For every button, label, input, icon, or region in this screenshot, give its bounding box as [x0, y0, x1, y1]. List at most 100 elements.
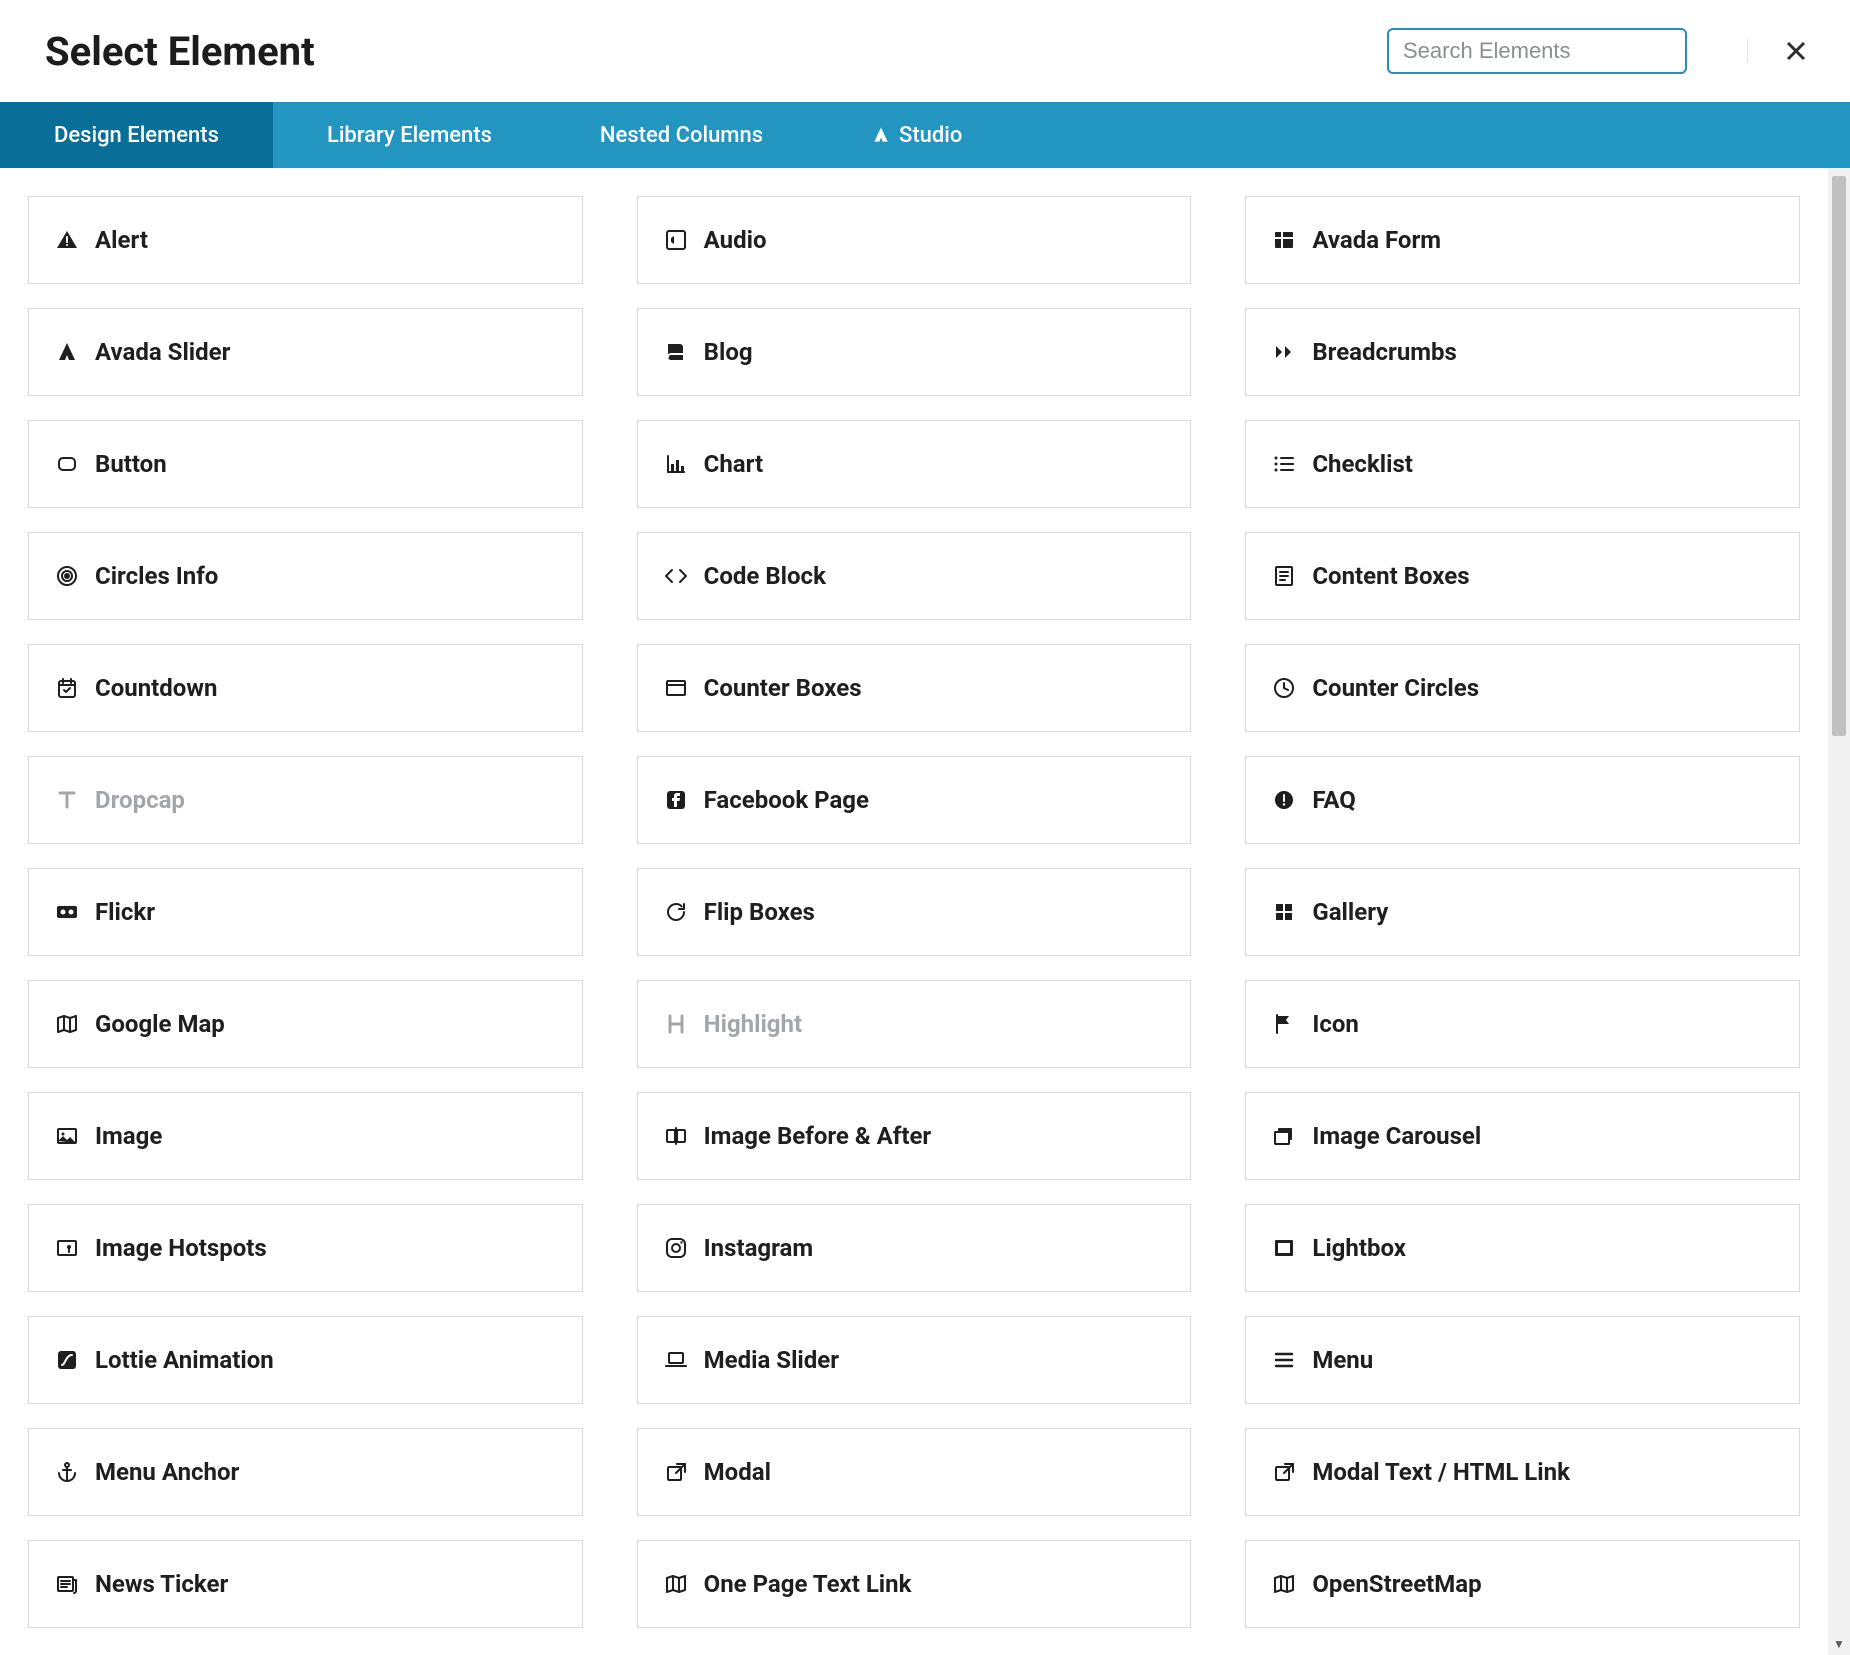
element-label: Breadcrumbs — [1312, 338, 1457, 366]
element-label: Blog — [704, 338, 753, 366]
element-label: Checklist — [1312, 450, 1413, 478]
lottie-icon — [53, 1346, 81, 1374]
form-icon — [1270, 226, 1298, 254]
scrollbar[interactable]: ▲ ▼ — [1828, 168, 1850, 1655]
element-image-before-after[interactable]: Image Before & After — [637, 1092, 1192, 1180]
element-label: Circles Info — [95, 562, 218, 590]
content-box-icon — [1270, 562, 1298, 590]
clock-icon — [1270, 674, 1298, 702]
checklist-icon — [1270, 450, 1298, 478]
element-avada-slider[interactable]: Avada Slider — [28, 308, 583, 396]
instagram-icon — [662, 1234, 690, 1262]
scroll-down-icon[interactable]: ▼ — [1828, 1633, 1850, 1655]
element-google-map[interactable]: Google Map — [28, 980, 583, 1068]
element-gallery[interactable]: Gallery — [1245, 868, 1800, 956]
external-icon — [662, 1458, 690, 1486]
grid4-icon — [1270, 898, 1298, 926]
element-checklist[interactable]: Checklist — [1245, 420, 1800, 508]
element-circles-info[interactable]: Circles Info — [28, 532, 583, 620]
element-label: Countdown — [95, 674, 217, 702]
element-lottie-animation[interactable]: Lottie Animation — [28, 1316, 583, 1404]
element-breadcrumbs[interactable]: Breadcrumbs — [1245, 308, 1800, 396]
element-image[interactable]: Image — [28, 1092, 583, 1180]
element-alert[interactable]: Alert — [28, 196, 583, 284]
element-label: Flickr — [95, 898, 155, 926]
element-image-carousel[interactable]: Image Carousel — [1245, 1092, 1800, 1180]
element-label: Gallery — [1312, 898, 1388, 926]
external-icon — [1270, 1458, 1298, 1486]
image-compare-icon — [662, 1122, 690, 1150]
element-label: Image Hotspots — [95, 1234, 267, 1262]
element-audio[interactable]: Audio — [637, 196, 1192, 284]
element-grid: Alert Audio Avada Form Avada Slider Blog Brea… — [0, 168, 1828, 1628]
warning-icon — [53, 226, 81, 254]
element-label: OpenStreetMap — [1312, 1570, 1481, 1598]
element-news-ticker[interactable]: News Ticker — [28, 1540, 583, 1628]
element-label: Image Before & After — [704, 1122, 932, 1150]
element-label: Lightbox — [1312, 1234, 1406, 1262]
scrollbar-thumb[interactable] — [1832, 176, 1846, 736]
element-openstreetmap[interactable]: OpenStreetMap — [1245, 1540, 1800, 1628]
tab-nested-columns[interactable]: Nested Columns — [546, 102, 817, 168]
tab-library-elements[interactable]: Library Elements — [273, 102, 546, 168]
element-dropcap[interactable]: Dropcap — [28, 756, 583, 844]
element-avada-form[interactable]: Avada Form — [1245, 196, 1800, 284]
modal-header: Select Element — [0, 0, 1850, 102]
search-input[interactable] — [1387, 28, 1687, 74]
element-countdown[interactable]: Countdown — [28, 644, 583, 732]
element-menu-anchor[interactable]: Menu Anchor — [28, 1428, 583, 1516]
element-counter-boxes[interactable]: Counter Boxes — [637, 644, 1192, 732]
element-label: Menu — [1312, 1346, 1373, 1374]
window-icon — [662, 674, 690, 702]
element-media-slider[interactable]: Media Slider — [637, 1316, 1192, 1404]
element-modal-text-html-link[interactable]: Modal Text / HTML Link — [1245, 1428, 1800, 1516]
page-title: Select Element — [45, 28, 315, 75]
element-image-hotspots[interactable]: Image Hotspots — [28, 1204, 583, 1292]
element-highlight[interactable]: Highlight — [637, 980, 1192, 1068]
tab-studio[interactable]: Studio — [817, 102, 1016, 168]
element-label: Highlight — [704, 1010, 802, 1038]
element-modal[interactable]: Modal — [637, 1428, 1192, 1516]
element-instagram[interactable]: Instagram — [637, 1204, 1192, 1292]
element-counter-circles[interactable]: Counter Circles — [1245, 644, 1800, 732]
element-chart[interactable]: Chart — [637, 420, 1192, 508]
element-lightbox[interactable]: Lightbox — [1245, 1204, 1800, 1292]
element-label: Audio — [704, 226, 767, 254]
chevrons-icon — [1270, 338, 1298, 366]
element-flip-boxes[interactable]: Flip Boxes — [637, 868, 1192, 956]
element-facebook-page[interactable]: Facebook Page — [637, 756, 1192, 844]
frame-icon — [1270, 1234, 1298, 1262]
studio-icon — [871, 125, 891, 145]
element-label: Button — [95, 450, 167, 478]
element-code-block[interactable]: Code Block — [637, 532, 1192, 620]
element-button[interactable]: Button — [28, 420, 583, 508]
element-label: Counter Boxes — [704, 674, 862, 702]
map-icon — [662, 1570, 690, 1598]
close-button[interactable] — [1747, 39, 1805, 63]
element-label: Flip Boxes — [704, 898, 815, 926]
element-menu[interactable]: Menu — [1245, 1316, 1800, 1404]
book-icon — [662, 338, 690, 366]
tab-design-elements[interactable]: Design Elements — [0, 102, 273, 168]
element-label: Dropcap — [95, 786, 185, 814]
element-label: Facebook Page — [704, 786, 869, 814]
element-faq[interactable]: FAQ — [1245, 756, 1800, 844]
element-icon[interactable]: Icon — [1245, 980, 1800, 1068]
rounded-square-icon — [53, 450, 81, 478]
heading-icon — [662, 1010, 690, 1038]
element-content-boxes[interactable]: Content Boxes — [1245, 532, 1800, 620]
code-icon — [662, 562, 690, 590]
type-icon — [53, 786, 81, 814]
map-icon — [1270, 1570, 1298, 1598]
element-label: Code Block — [704, 562, 826, 590]
element-label: Menu Anchor — [95, 1458, 239, 1486]
flickr-icon — [53, 898, 81, 926]
element-label: Content Boxes — [1312, 562, 1469, 590]
bars-icon — [1270, 1346, 1298, 1374]
target-icon — [53, 562, 81, 590]
element-blog[interactable]: Blog — [637, 308, 1192, 396]
element-one-page-text-link[interactable]: One Page Text Link — [637, 1540, 1192, 1628]
exclaim-circle-icon — [1270, 786, 1298, 814]
avada-icon — [53, 338, 81, 366]
element-flickr[interactable]: Flickr — [28, 868, 583, 956]
